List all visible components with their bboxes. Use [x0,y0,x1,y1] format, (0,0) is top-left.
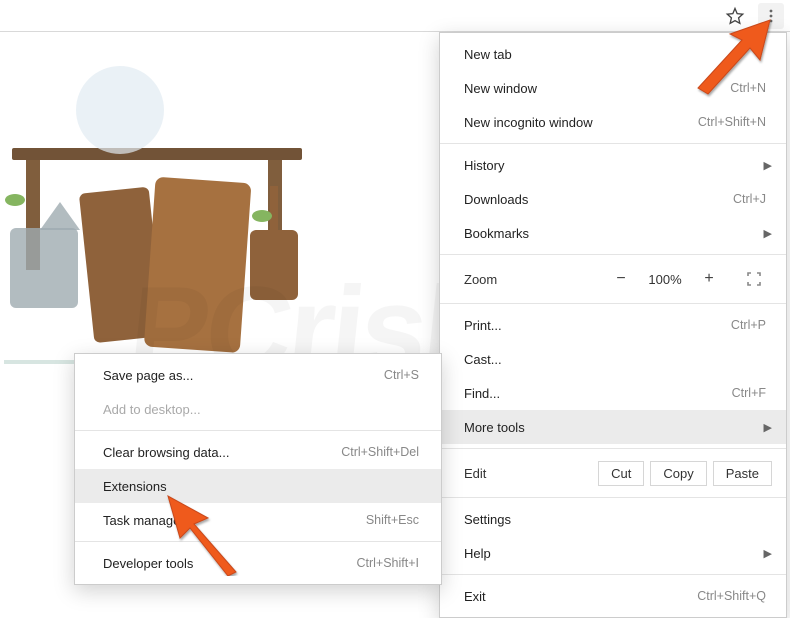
edit-label: Edit [464,466,592,481]
menu-separator [440,497,786,498]
submenu-item-task-manager[interactable]: Task manager Shift+Esc [75,503,441,537]
submenu-item-save-page[interactable]: Save page as... Ctrl+S [75,358,441,392]
menu-shortcut: Shift+Esc [366,513,419,527]
menu-label: Extensions [103,479,167,494]
chevron-right-icon: ▶ [764,421,772,434]
menu-label: Save page as... [103,368,193,383]
menu-item-help[interactable]: Help ▶ [440,536,786,570]
menu-label: Bookmarks [464,226,766,241]
menu-item-settings[interactable]: Settings [440,502,786,536]
menu-label: Exit [464,589,697,604]
menu-label: More tools [464,420,766,435]
submenu-item-developer-tools[interactable]: Developer tools Ctrl+Shift+I [75,546,441,580]
menu-separator [440,254,786,255]
menu-shortcut: Ctrl+S [384,368,419,382]
menu-label: Add to desktop... [103,402,201,417]
chevron-right-icon: ▶ [764,227,772,240]
paste-button[interactable]: Paste [713,461,772,486]
menu-label: Settings [464,512,766,527]
zoom-label: Zoom [464,272,602,287]
menu-separator [75,541,441,542]
menu-label: Help [464,546,766,561]
more-tools-submenu: Save page as... Ctrl+S Add to desktop...… [74,353,442,585]
menu-label: History [464,158,766,173]
menu-shortcut: Ctrl+Shift+Del [341,445,419,459]
menu-label: Developer tools [103,556,193,571]
menu-label: Cast... [464,352,766,367]
menu-item-history[interactable]: History ▶ [440,148,786,182]
browser-toolbar [0,0,790,32]
menu-item-new-incognito[interactable]: New incognito window Ctrl+Shift+N [440,105,786,139]
menu-shortcut: Ctrl+N [730,81,766,95]
zoom-in-button[interactable]: + [690,265,728,293]
copy-button[interactable]: Copy [650,461,706,486]
menu-label: Task manager [103,513,185,528]
menu-separator [440,448,786,449]
menu-item-exit[interactable]: Exit Ctrl+Shift+Q [440,579,786,613]
chevron-right-icon: ▶ [764,159,772,172]
menu-separator [75,430,441,431]
chrome-menu-button[interactable] [758,3,784,29]
cut-button[interactable]: Cut [598,461,644,486]
submenu-item-clear-browsing-data[interactable]: Clear browsing data... Ctrl+Shift+Del [75,435,441,469]
menu-shortcut: Ctrl+Shift+I [356,556,419,570]
menu-label: Clear browsing data... [103,445,229,460]
menu-label: Find... [464,386,732,401]
menu-label: Downloads [464,192,733,207]
menu-item-find[interactable]: Find... Ctrl+F [440,376,786,410]
chevron-right-icon: ▶ [764,547,772,560]
menu-item-bookmarks[interactable]: Bookmarks ▶ [440,216,786,250]
menu-separator [440,574,786,575]
menu-separator [440,143,786,144]
menu-separator [440,303,786,304]
menu-label: New window [464,81,730,96]
menu-zoom-row: Zoom − 100% + [440,259,786,299]
chrome-main-menu: New tab New window Ctrl+N New incognito … [439,32,787,618]
submenu-item-extensions[interactable]: Extensions [75,469,441,503]
submenu-item-add-desktop: Add to desktop... [75,392,441,426]
fullscreen-icon[interactable] [736,271,772,287]
zoom-value: 100% [640,272,690,287]
menu-item-cast[interactable]: Cast... [440,342,786,376]
menu-item-print[interactable]: Print... Ctrl+P [440,308,786,342]
menu-label: New tab [464,47,766,62]
menu-shortcut: Ctrl+J [733,192,766,206]
bookmark-star-icon[interactable] [722,3,748,29]
zoom-out-button[interactable]: − [602,265,640,293]
menu-item-downloads[interactable]: Downloads Ctrl+J [440,182,786,216]
menu-item-new-tab[interactable]: New tab [440,37,786,71]
menu-edit-row: Edit Cut Copy Paste [440,453,786,493]
menu-item-new-window[interactable]: New window Ctrl+N [440,71,786,105]
menu-shortcut: Ctrl+P [731,318,766,332]
menu-shortcut: Ctrl+Shift+N [698,115,766,129]
menu-label: Print... [464,318,731,333]
menu-shortcut: Ctrl+F [732,386,766,400]
menu-label: New incognito window [464,115,698,130]
menu-item-more-tools[interactable]: More tools ▶ [440,410,786,444]
